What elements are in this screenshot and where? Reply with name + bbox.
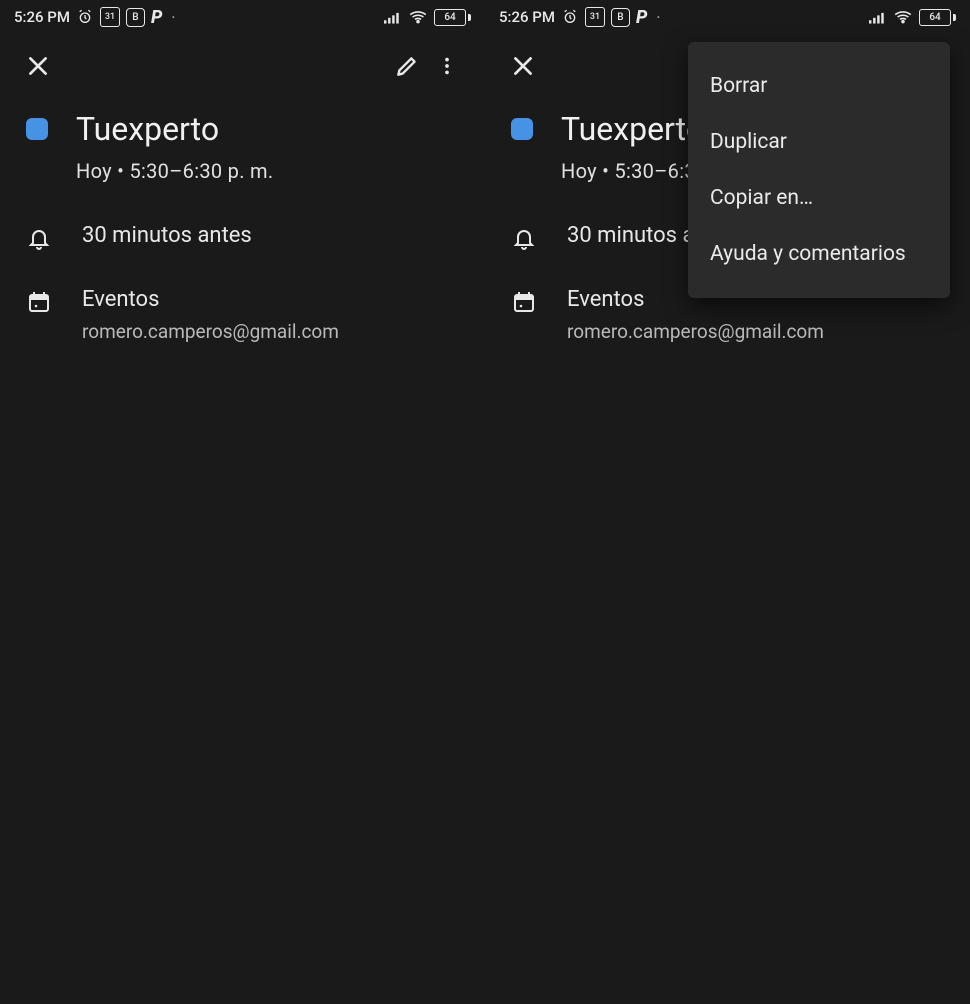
calendar-label: Eventos — [82, 287, 339, 312]
wifi-icon — [893, 10, 913, 24]
event-header: Tuexperto Hoy • 5:30–6:30 p. m. — [0, 98, 485, 205]
calendar-row[interactable]: Eventos romero.camperos@gmail.com — [0, 269, 485, 361]
status-time: 5:26 PM — [14, 8, 70, 26]
p-icon: P — [151, 7, 161, 28]
calendar-date-icon: 31 — [585, 7, 605, 27]
event-color-swatch — [26, 118, 48, 140]
status-dot: · — [167, 8, 175, 26]
event-subtitle: Hoy • 5:30–6:30 p. m. — [76, 159, 273, 183]
close-button[interactable] — [503, 46, 543, 86]
b-icon: B — [611, 8, 630, 27]
status-bar: 5:26 PM 31 B P · — [0, 0, 485, 34]
reminder-row[interactable]: 30 minutos antes — [0, 205, 485, 269]
status-bar: 5:26 PM 31 B P · — [485, 0, 970, 34]
bell-icon — [26, 225, 52, 251]
signal-icon — [869, 10, 887, 24]
calendar-account: romero.camperos@gmail.com — [567, 320, 824, 343]
edit-button[interactable] — [387, 46, 427, 86]
menu-delete[interactable]: Borrar — [688, 58, 950, 114]
screenshot-left: 5:26 PM 31 B P · — [0, 0, 485, 1004]
screenshot-right: 5:26 PM 31 B P · — [485, 0, 970, 1004]
p-icon: P — [636, 7, 646, 28]
status-dot: · — [652, 8, 660, 26]
menu-copy-to[interactable]: Copiar en… — [688, 170, 950, 226]
menu-help[interactable]: Ayuda y comentarios — [688, 226, 950, 282]
wifi-icon — [408, 10, 428, 24]
signal-icon — [384, 10, 402, 24]
battery-icon: 64 — [434, 9, 471, 26]
event-color-swatch — [511, 118, 533, 140]
more-button[interactable] — [427, 46, 467, 86]
calendar-icon — [511, 289, 537, 315]
app-bar — [0, 34, 485, 98]
calendar-account: romero.camperos@gmail.com — [82, 320, 339, 343]
event-title: Tuexperto — [76, 112, 273, 147]
overflow-menu: Borrar Duplicar Copiar en… Ayuda y comen… — [688, 42, 950, 298]
battery-icon: 64 — [919, 9, 956, 26]
close-button[interactable] — [18, 46, 58, 86]
alarm-icon — [561, 8, 579, 26]
reminder-text: 30 minutos antes — [82, 223, 252, 248]
calendar-icon — [26, 289, 52, 315]
b-icon: B — [126, 8, 145, 27]
status-time: 5:26 PM — [499, 8, 555, 26]
bell-icon — [511, 225, 537, 251]
alarm-icon — [76, 8, 94, 26]
menu-duplicate[interactable]: Duplicar — [688, 114, 950, 170]
calendar-date-icon: 31 — [100, 7, 120, 27]
